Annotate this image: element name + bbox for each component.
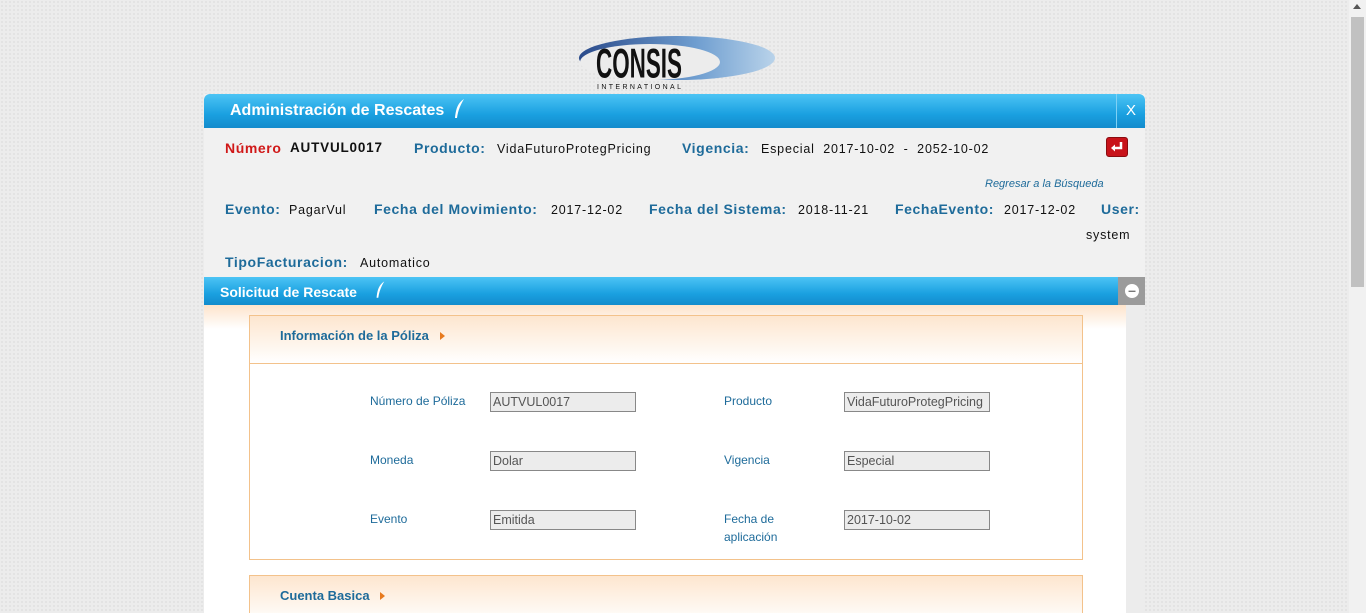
arrow-right-icon: [440, 332, 445, 340]
cuenta-basica-header[interactable]: Cuenta Basica: [250, 576, 1082, 613]
tipo-facturacion-value: Automatico: [360, 256, 431, 270]
evento-field[interactable]: [490, 510, 636, 530]
section-title: Solicitud de Rescate: [220, 284, 357, 300]
return-arrow-icon[interactable]: [1106, 137, 1128, 157]
section-bar: Solicitud de Rescate –: [204, 277, 1145, 305]
user-label: User:: [1101, 201, 1140, 217]
poliza-info-title: Información de la Póliza: [280, 328, 429, 343]
fecha-sistema-value: 2018-11-21: [798, 203, 870, 217]
producto-field-label: Producto: [724, 394, 773, 408]
numero-poliza-field[interactable]: [490, 392, 636, 412]
back-to-search-link[interactable]: Regresar a la Búsqueda: [985, 178, 1104, 190]
fecha-evento-label: FechaEvento:: [895, 201, 994, 217]
fecha-aplicacion-field[interactable]: [844, 510, 990, 530]
fecha-movimiento-value: 2017-12-02: [551, 203, 623, 217]
evento-value: PagarVul: [289, 203, 347, 217]
evento-label: Evento:: [225, 201, 281, 217]
svg-text:CONSIS: CONSIS: [596, 41, 682, 87]
fecha-evento-value: 2017-12-02: [1004, 203, 1076, 217]
arrow-right-icon: [380, 592, 385, 600]
vigencia-label: Vigencia:: [682, 140, 750, 156]
vigencia-value: Especial 2017-10-02 - 2052-10-02: [761, 142, 990, 156]
moneda-label: Moneda: [370, 453, 414, 467]
scroll-up-icon[interactable]: [1353, 4, 1361, 9]
scrollbar-thumb[interactable]: [1351, 17, 1364, 287]
consis-logo: CONSIS INTERNATIONAL: [570, 28, 780, 92]
cuenta-basica-title: Cuenta Basica: [280, 588, 370, 603]
numero-poliza-label: Número de Póliza: [370, 394, 466, 408]
numero-label: Número: [225, 140, 282, 156]
quill-icon: [455, 99, 464, 118]
fecha-movimiento-label: Fecha del Movimiento:: [374, 201, 538, 217]
vertical-scrollbar[interactable]: [1349, 0, 1366, 613]
user-value: system: [1086, 228, 1131, 242]
evento-field-label: Evento: [370, 512, 408, 526]
cuenta-basica-box: Cuenta Basica: [249, 575, 1083, 613]
tipo-facturacion-label: TipoFacturacion:: [225, 254, 348, 270]
vigencia-field[interactable]: [844, 451, 990, 471]
close-button[interactable]: X: [1116, 94, 1145, 128]
window-titlebar: Administración de Rescates X: [204, 94, 1145, 128]
producto-label: Producto:: [414, 140, 486, 156]
section-content: Información de la Póliza Número de Póliz…: [204, 305, 1126, 613]
quill-icon: [376, 281, 385, 298]
window-title: Administración de Rescates: [230, 102, 445, 119]
rescates-panel: Administración de Rescates X Número AUTV…: [204, 94, 1145, 613]
fecha-sistema-label: Fecha del Sistema:: [649, 201, 787, 217]
poliza-info-header[interactable]: Información de la Póliza: [250, 316, 1082, 364]
content-gutter: [1126, 305, 1145, 613]
producto-field[interactable]: [844, 392, 990, 412]
collapse-button[interactable]: –: [1118, 277, 1145, 305]
vigencia-field-label: Vigencia: [724, 453, 770, 467]
numero-value: AUTVUL0017: [290, 140, 383, 155]
fecha-aplicacion-label-2: aplicación: [724, 530, 778, 544]
poliza-info-box: Información de la Póliza Número de Póliz…: [249, 315, 1083, 560]
producto-value: VidaFuturoProtegPricing: [497, 142, 652, 156]
fecha-aplicacion-label-1: Fecha de: [724, 512, 775, 526]
minus-circle-icon: –: [1125, 283, 1139, 298]
moneda-field[interactable]: [490, 451, 636, 471]
